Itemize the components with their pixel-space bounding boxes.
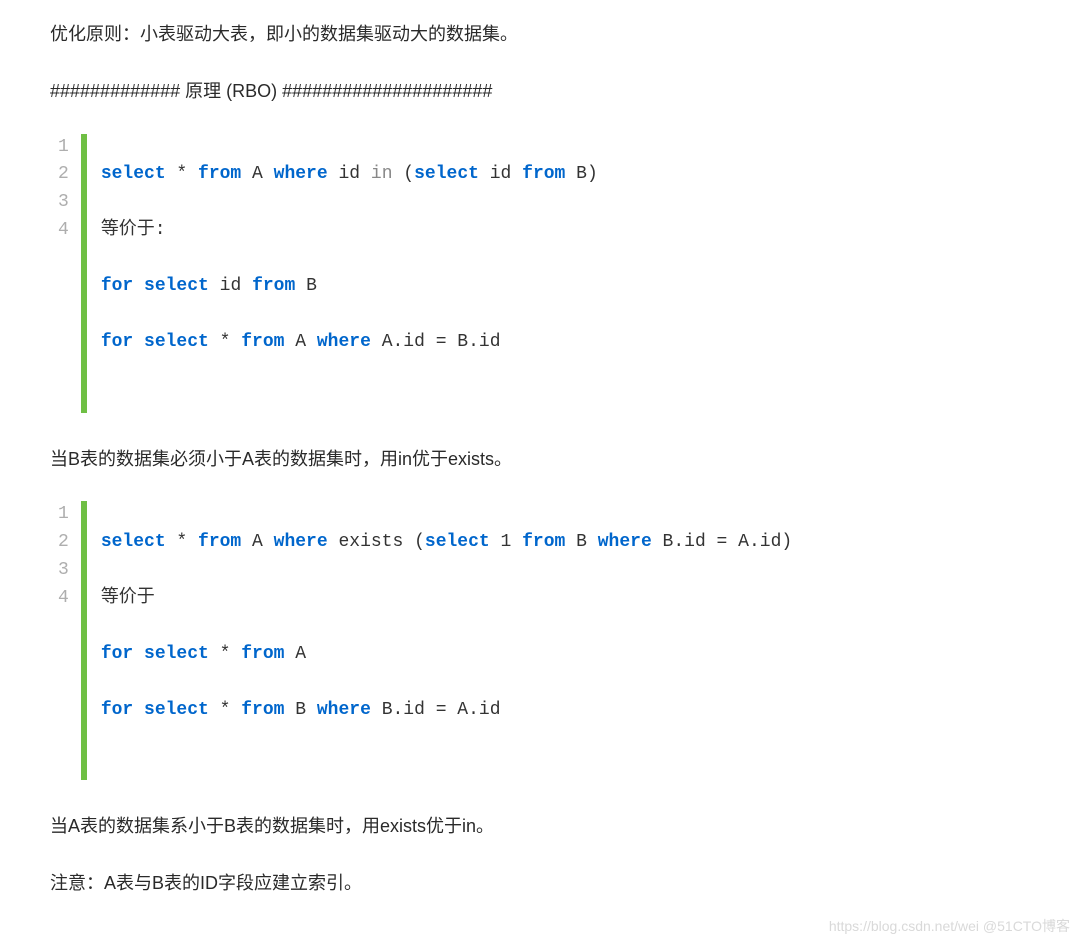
line-numbers: 1 2 3 4 [58, 134, 81, 413]
watermark-text: https://blog.csdn.net/wei @51CTO博客 [829, 915, 1070, 937]
code-line: 等价于 [101, 585, 792, 613]
code-content: select * from A where id in (select id f… [101, 134, 598, 413]
paragraph-note-index: 注意：A表与B表的ID字段应建立索引。 [50, 869, 1032, 898]
line-number: 4 [58, 585, 69, 613]
code-accent-bar [81, 134, 87, 413]
line-numbers: 1 2 3 4 [58, 501, 81, 780]
line-number: 1 [58, 134, 69, 162]
paragraph-rbo-header: ############# 原理 (RBO) #################… [50, 77, 1032, 106]
code-line: for select id from B [101, 273, 598, 301]
code-line: select * from A where id in (select id f… [101, 161, 598, 189]
code-line: for select * from A where A.id = B.id [101, 329, 598, 357]
line-number: 1 [58, 501, 69, 529]
code-line: 等价于: [101, 217, 598, 245]
code-content: select * from A where exists (select 1 f… [101, 501, 792, 780]
paragraph-in-better: 当B表的数据集必须小于A表的数据集时，用in优于exists。 [50, 445, 1032, 474]
code-line: for select * from B where B.id = A.id [101, 697, 792, 725]
line-number: 2 [58, 529, 69, 557]
line-number: 3 [58, 557, 69, 585]
code-line: for select * from A [101, 641, 792, 669]
line-number: 2 [58, 161, 69, 189]
code-line: select * from A where exists (select 1 f… [101, 529, 792, 557]
code-block-1: 1 2 3 4 select * from A where id in (sel… [58, 134, 1032, 413]
paragraph-exists-better: 当A表的数据集系小于B表的数据集时，用exists优于in。 [50, 812, 1032, 841]
paragraph-principle: 优化原则：小表驱动大表，即小的数据集驱动大的数据集。 [50, 20, 1032, 49]
line-number: 3 [58, 189, 69, 217]
code-block-2: 1 2 3 4 select * from A where exists (se… [58, 501, 1032, 780]
code-accent-bar [81, 501, 87, 780]
line-number: 4 [58, 217, 69, 245]
